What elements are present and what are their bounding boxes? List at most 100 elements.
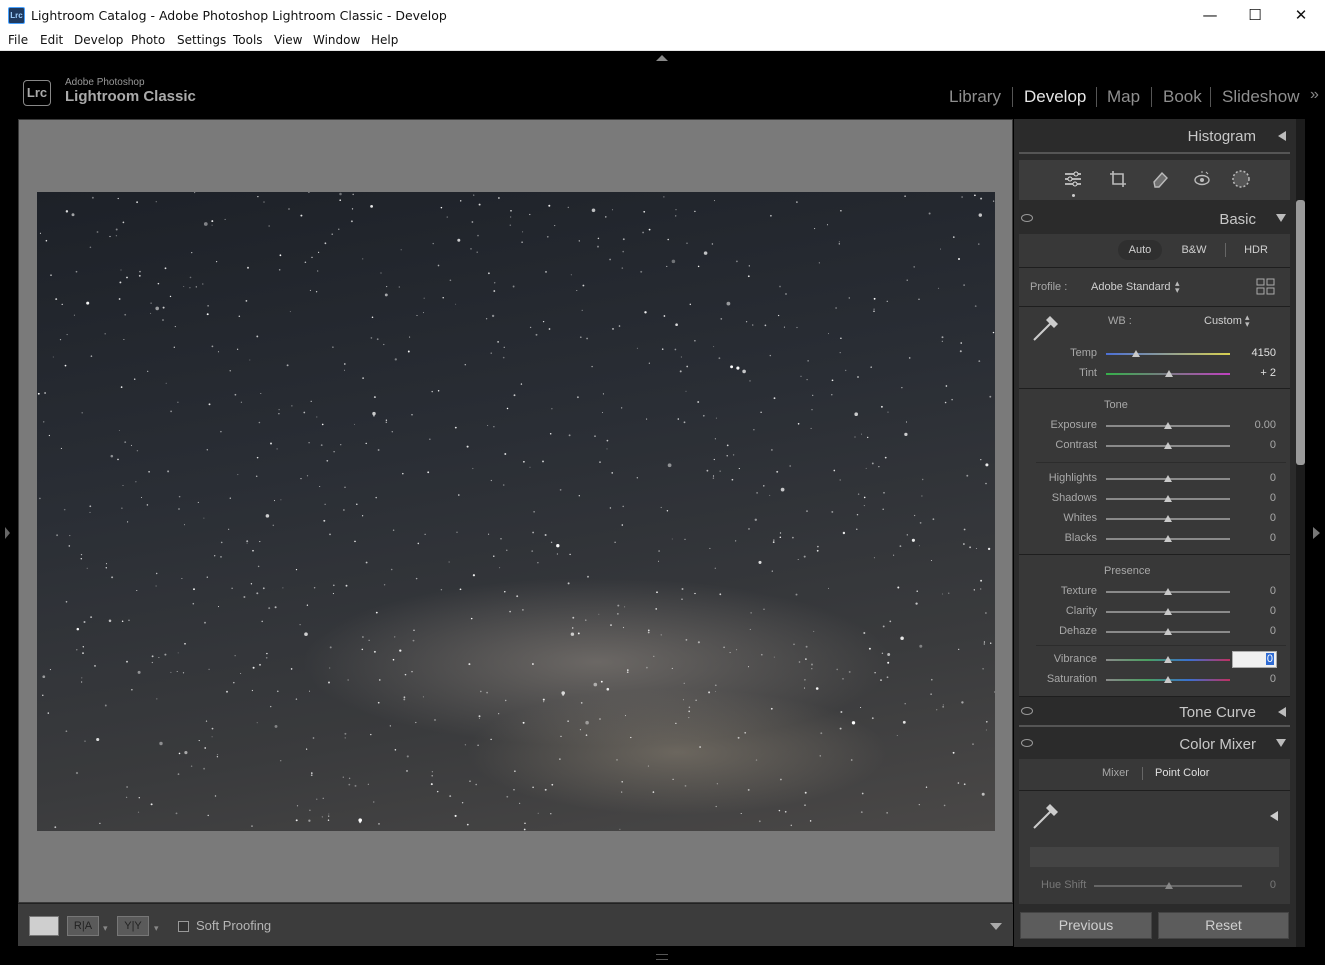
red-eye-icon[interactable]: [1193, 170, 1211, 188]
menu-window[interactable]: Window: [313, 33, 360, 47]
temp-value[interactable]: 4150: [1240, 347, 1276, 359]
texture-label: Texture: [1060, 585, 1097, 597]
eye-icon[interactable]: [1021, 214, 1033, 222]
close-icon[interactable]: ✕: [1278, 0, 1324, 31]
tab-mixer[interactable]: Mixer: [1102, 767, 1129, 779]
vibrance-slider-thumb[interactable]: [1164, 656, 1172, 663]
tint-value[interactable]: + 2: [1240, 367, 1276, 379]
crop-icon[interactable]: [1109, 170, 1127, 188]
contrast-slider-thumb[interactable]: [1164, 442, 1172, 449]
white-balance-eyedropper-icon[interactable]: [1030, 310, 1064, 344]
histogram-panel-header[interactable]: Histogram: [1019, 121, 1290, 151]
lightroom-window: { "window": {"title": "Lightroom Catalog…: [0, 0, 1325, 965]
whites-slider-thumb[interactable]: [1164, 515, 1172, 522]
edit-sliders-icon[interactable]: [1064, 170, 1082, 188]
collapse-down-icon: [1276, 739, 1286, 747]
eye-icon[interactable]: [1021, 707, 1033, 715]
point-color-swatch-bar[interactable]: [1030, 847, 1279, 867]
chevron-down-icon[interactable]: ▾: [154, 923, 159, 934]
highlights-value[interactable]: 0: [1240, 472, 1276, 484]
module-separator: [1012, 87, 1013, 107]
masking-icon[interactable]: [1231, 169, 1251, 189]
loupe-view-icon[interactable]: [29, 916, 59, 936]
hue-shift-thumb[interactable]: [1165, 882, 1173, 889]
point-color-eyedropper-icon[interactable]: [1030, 798, 1064, 832]
module-separator: [1096, 87, 1097, 107]
clarity-slider-thumb[interactable]: [1164, 608, 1172, 615]
swatch-expand-icon[interactable]: [1270, 811, 1278, 821]
shadows-slider-thumb[interactable]: [1164, 495, 1172, 502]
divider: [1019, 388, 1290, 389]
temp-label: Temp: [1070, 347, 1097, 359]
module-book[interactable]: Book: [1163, 87, 1202, 107]
soft-proofing-checkbox[interactable]: [178, 921, 189, 932]
chevron-down-icon[interactable]: ▾: [103, 923, 108, 934]
module-slideshow[interactable]: Slideshow: [1222, 87, 1300, 107]
exposure-value[interactable]: 0.00: [1240, 419, 1276, 431]
whites-value[interactable]: 0: [1240, 512, 1276, 524]
vibrance-value-input[interactable]: 0: [1232, 651, 1277, 668]
divider: [1019, 554, 1290, 555]
blacks-value[interactable]: 0: [1240, 532, 1276, 544]
color-mixer-title: Color Mixer: [1179, 736, 1256, 753]
wb-select[interactable]: Custom: [1204, 315, 1242, 327]
menu-view[interactable]: View: [274, 33, 302, 47]
clarity-value[interactable]: 0: [1240, 605, 1276, 617]
filmstrip-toggle-icon[interactable]: [656, 954, 668, 960]
texture-slider-thumb[interactable]: [1164, 588, 1172, 595]
menu-file[interactable]: File: [8, 33, 28, 47]
temp-slider-thumb[interactable]: [1131, 350, 1140, 357]
toolbar-menu-icon[interactable]: [990, 923, 1002, 930]
temp-slider-track[interactable]: [1106, 353, 1230, 355]
eye-icon[interactable]: [1021, 739, 1033, 747]
tool-strip: [1019, 160, 1290, 200]
menu-develop[interactable]: Develop: [74, 33, 123, 47]
menu-settings[interactable]: Settings: [177, 33, 226, 47]
reset-button[interactable]: Reset: [1158, 912, 1289, 939]
texture-value[interactable]: 0: [1240, 585, 1276, 597]
tint-slider-thumb[interactable]: [1165, 370, 1174, 377]
profile-browser-grid-icon[interactable]: [1256, 278, 1276, 296]
before-after-split-icon[interactable]: Y|Y: [117, 916, 149, 936]
saturation-value[interactable]: 0: [1240, 673, 1276, 685]
panel-scrollbar[interactable]: [1296, 200, 1305, 465]
module-map[interactable]: Map: [1107, 87, 1140, 107]
blacks-slider-thumb[interactable]: [1164, 535, 1172, 542]
right-panel-toggle-icon[interactable]: [1313, 527, 1320, 539]
brand-small: Adobe Photoshop: [65, 77, 145, 88]
maximize-icon[interactable]: ☐: [1232, 0, 1278, 31]
divider: [1019, 306, 1290, 307]
tab-point-color[interactable]: Point Color: [1155, 767, 1209, 779]
basic-panel-header[interactable]: Basic: [1019, 204, 1290, 234]
before-after-icon[interactable]: R|A: [67, 916, 99, 936]
module-library[interactable]: Library: [949, 87, 1001, 107]
shadows-value[interactable]: 0: [1240, 492, 1276, 504]
menu-tools[interactable]: Tools: [233, 33, 263, 47]
hdr-button[interactable]: HDR: [1234, 240, 1278, 260]
profile-select[interactable]: Adobe Standard: [1091, 281, 1171, 293]
left-panel-toggle-icon[interactable]: [5, 527, 10, 539]
module-develop[interactable]: Develop: [1024, 87, 1086, 107]
exposure-slider-thumb[interactable]: [1164, 422, 1172, 429]
healing-eraser-icon[interactable]: [1151, 170, 1169, 188]
auto-button[interactable]: Auto: [1118, 240, 1162, 260]
dehaze-value[interactable]: 0: [1240, 625, 1276, 637]
collapse-top-panel-icon[interactable]: [656, 55, 668, 61]
vibrance-label: Vibrance: [1053, 653, 1097, 665]
menu-photo[interactable]: Photo: [131, 33, 165, 47]
saturation-slider-thumb[interactable]: [1164, 676, 1172, 683]
dehaze-slider-thumb[interactable]: [1164, 628, 1172, 635]
previous-button[interactable]: Previous: [1020, 912, 1152, 939]
main-photo[interactable]: [37, 192, 995, 831]
color-mixer-panel-header[interactable]: Color Mixer: [1019, 729, 1290, 759]
minimize-icon[interactable]: —: [1187, 0, 1233, 31]
tone-curve-panel-header[interactable]: Tone Curve: [1019, 697, 1290, 727]
more-modules-icon[interactable]: »: [1310, 86, 1319, 104]
menu-help[interactable]: Help: [371, 33, 398, 47]
menu-edit[interactable]: Edit: [40, 33, 63, 47]
bw-button[interactable]: B&W: [1172, 240, 1216, 260]
contrast-label: Contrast: [1055, 439, 1097, 451]
highlights-slider-thumb[interactable]: [1164, 475, 1172, 482]
contrast-value[interactable]: 0: [1240, 439, 1276, 451]
dehaze-label: Dehaze: [1059, 625, 1097, 637]
